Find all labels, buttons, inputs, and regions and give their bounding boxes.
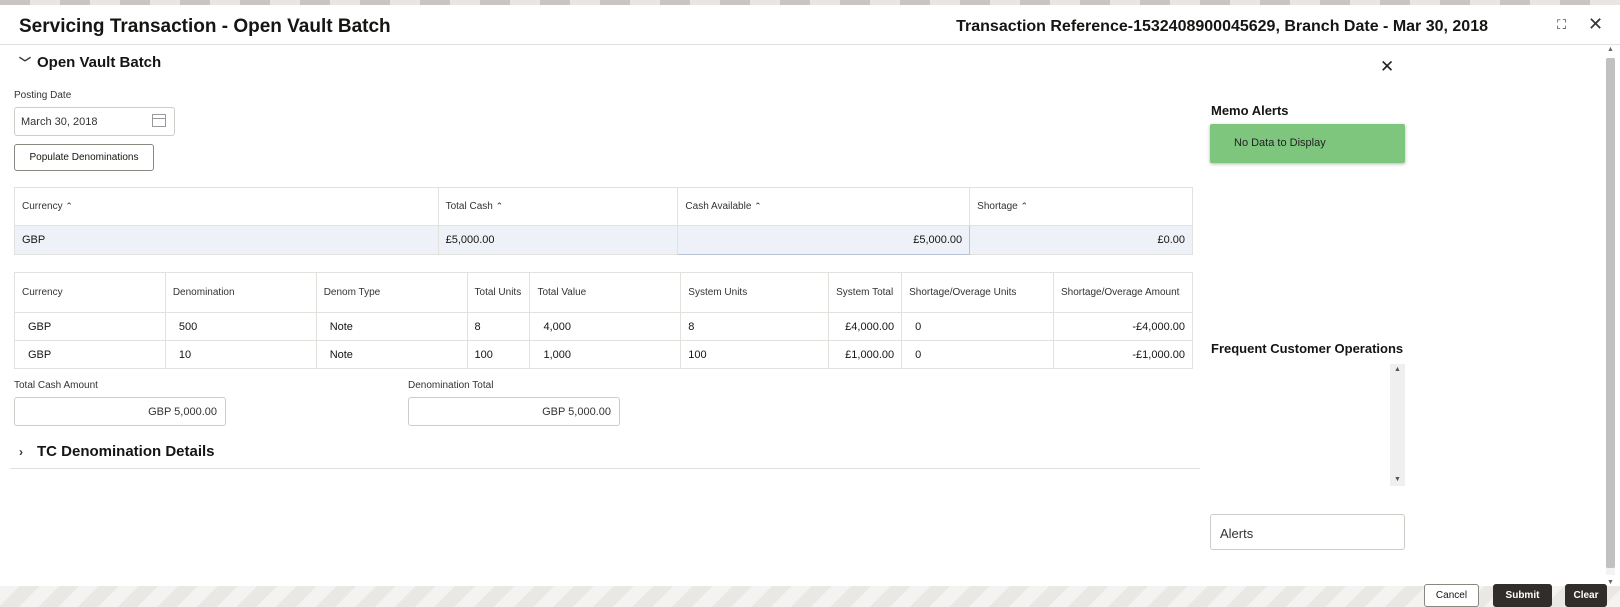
calendar-icon[interactable] <box>152 114 166 127</box>
frequent-operations-scrollbar[interactable]: ▲ ▼ <box>1390 364 1405 486</box>
col-system-units: System Units <box>680 272 830 313</box>
cell-total-value: 4,000 <box>529 312 682 341</box>
memo-alerts-title: Memo Alerts <box>1211 103 1289 118</box>
table-header-row: Currency ⌃ Total Cash ⌃ Cash Available ⌃… <box>14 187 1193 226</box>
section-tc-denomination-details[interactable]: › TC Denomination Details <box>19 443 215 460</box>
denomination-total-label: Denomination Total <box>408 380 494 391</box>
cell-denom-type: Note <box>315 312 468 341</box>
expand-icon[interactable]: ⛶ <box>1557 17 1566 33</box>
cell-shortage-overage-units: 0 <box>901 312 1054 341</box>
transaction-reference: Transaction Reference-1532408900045629, … <box>956 18 1488 35</box>
col-denomination: Denomination <box>164 272 317 313</box>
table-row[interactable]: GBP £5,000.00 £5,000.00 £0.00 <box>14 225 1193 255</box>
cell-system-units: 8 <box>680 312 830 341</box>
close-panel-icon[interactable]: ✕ <box>1380 57 1394 77</box>
cell-system-total: £1,000.00 <box>828 340 903 369</box>
posting-date-value: March 30, 2018 <box>21 116 98 128</box>
cell-total-units[interactable]: 8 <box>466 312 531 341</box>
page-header: Servicing Transaction - Open Vault Batch… <box>0 5 1620 45</box>
cell-currency: GBP <box>14 225 439 255</box>
cell-denomination: 10 <box>164 340 317 369</box>
page-scrollbar[interactable]: ▲ ▼ <box>1604 46 1617 586</box>
total-cash-amount-field: GBP 5,000.00 <box>14 397 226 426</box>
alerts-field[interactable]: Alerts <box>1210 514 1405 550</box>
section-title: Open Vault Batch <box>37 54 162 71</box>
posting-date-input[interactable]: March 30, 2018 <box>14 107 175 136</box>
frequent-operations-title: Frequent Customer Operations <box>1211 341 1404 356</box>
cell-total-cash: £5,000.00 <box>437 225 679 255</box>
chevron-down-icon: ﹀ <box>19 56 32 70</box>
col-total-value: Total Value <box>529 272 682 313</box>
cell-total-value: 1,000 <box>529 340 682 369</box>
clear-button[interactable]: Clear <box>1565 584 1607 607</box>
denomination-total-field: GBP 5,000.00 <box>408 397 620 426</box>
cell-cash-available: £5,000.00 <box>677 225 971 255</box>
page-title: Servicing Transaction - Open Vault Batch <box>19 16 391 37</box>
cell-shortage-overage-amount: -£1,000.00 <box>1053 340 1193 369</box>
posting-date-label: Posting Date <box>14 90 72 101</box>
summary-table: Currency ⌃ Total Cash ⌃ Cash Available ⌃… <box>14 187 1193 255</box>
cell-currency: GBP <box>14 340 166 369</box>
col-shortage[interactable]: Shortage ⌃ <box>969 187 1193 226</box>
cell-denomination: 500 <box>164 312 317 341</box>
scroll-down-icon[interactable]: ▼ <box>1394 476 1401 483</box>
populate-denominations-button[interactable]: Populate Denominations <box>14 144 154 171</box>
alerts-label: Alerts <box>1220 526 1254 541</box>
col-currency[interactable]: Currency ⌃ <box>14 187 439 226</box>
cell-shortage-overage-units: 0 <box>901 340 1054 369</box>
table-header-row: Currency Denomination Denom Type Total U… <box>14 272 1193 313</box>
cell-system-units: 100 <box>680 340 830 369</box>
section-title: TC Denomination Details <box>37 443 215 460</box>
cell-system-total: £4,000.00 <box>828 312 903 341</box>
col-system-total: System Total <box>828 272 903 313</box>
sort-icon[interactable]: ⌃ <box>1021 201 1029 211</box>
section-open-vault-batch[interactable]: ﹀ Open Vault Batch <box>19 54 161 71</box>
scroll-down-icon[interactable]: ▼ <box>1607 579 1614 586</box>
memo-empty-message: No Data to Display <box>1234 137 1326 149</box>
cancel-button[interactable]: Cancel <box>1424 584 1479 607</box>
col-shortage-overage-amount: Shortage/Overage Amount <box>1053 272 1193 313</box>
cell-shortage: £0.00 <box>969 225 1193 255</box>
col-shortage-overage-units: Shortage/Overage Units <box>901 272 1054 313</box>
cell-total-units[interactable]: 100 <box>466 340 531 369</box>
scroll-thumb[interactable] <box>1606 58 1615 568</box>
close-icon[interactable]: ✕ <box>1588 14 1603 35</box>
col-currency: Currency <box>14 272 166 313</box>
table-row[interactable]: GBP 500 Note 8 4,000 8 £4,000.00 0 -£4,0… <box>14 312 1193 341</box>
divider <box>10 468 1200 469</box>
table-row[interactable]: GBP 10 Note 100 1,000 100 £1,000.00 0 -£… <box>14 340 1193 369</box>
sort-icon[interactable]: ⌃ <box>496 201 504 211</box>
sort-icon[interactable]: ⌃ <box>754 201 762 211</box>
col-denom-type: Denom Type <box>315 272 468 313</box>
total-cash-amount-label: Total Cash Amount <box>14 380 98 391</box>
scroll-up-icon[interactable]: ▲ <box>1607 46 1614 53</box>
submit-button[interactable]: Submit <box>1493 584 1552 607</box>
chevron-right-icon: › <box>19 445 23 459</box>
memo-alerts-panel: No Data to Display <box>1210 124 1405 163</box>
col-cash-available[interactable]: Cash Available ⌃ <box>677 187 971 226</box>
col-total-units: Total Units <box>466 272 531 313</box>
sort-icon[interactable]: ⌃ <box>65 201 73 211</box>
footer-bar <box>0 586 1620 607</box>
col-total-cash[interactable]: Total Cash ⌃ <box>437 187 679 226</box>
denomination-table: Currency Denomination Denom Type Total U… <box>14 272 1193 369</box>
scroll-up-icon[interactable]: ▲ <box>1394 366 1401 373</box>
cell-denom-type: Note <box>315 340 468 369</box>
cell-shortage-overage-amount: -£4,000.00 <box>1053 312 1193 341</box>
cell-currency: GBP <box>14 312 166 341</box>
